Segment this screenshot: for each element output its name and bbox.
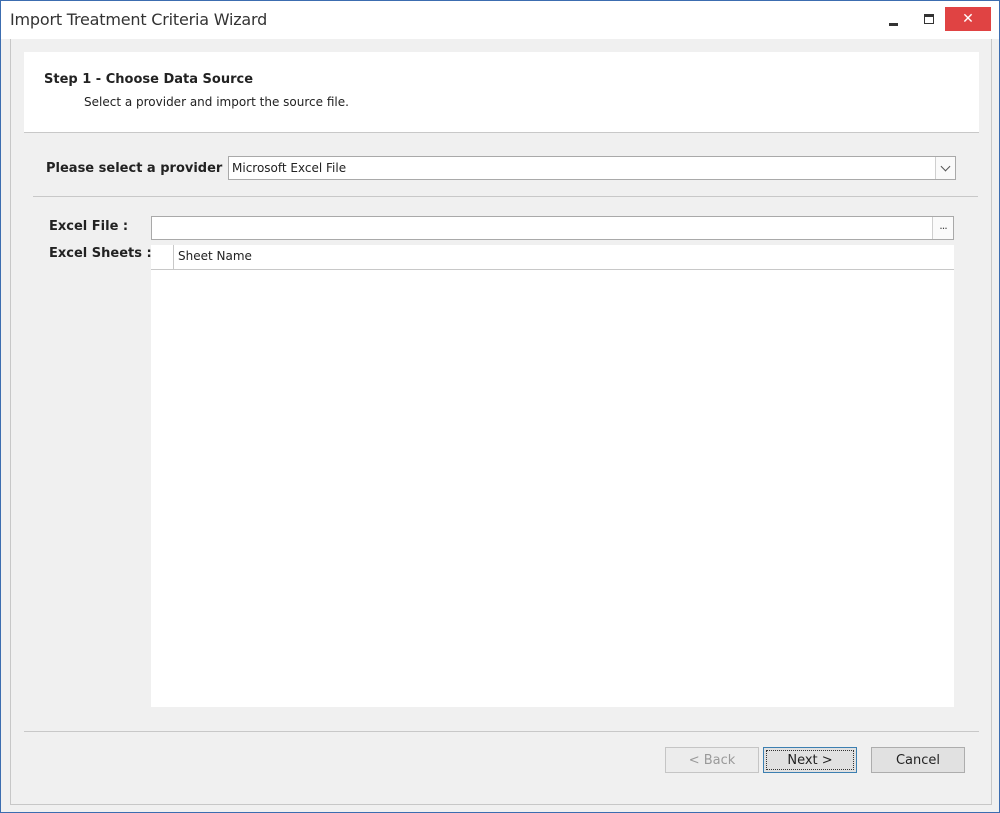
browse-button[interactable]: ··· xyxy=(932,217,953,239)
step-title: Step 1 - Choose Data Source xyxy=(44,72,254,87)
next-button[interactable]: Next > xyxy=(763,747,857,773)
footer-divider xyxy=(24,731,979,732)
wizard-content: Step 1 - Choose Data Source Select a pro… xyxy=(10,39,992,805)
step-description: Select a provider and import the source … xyxy=(84,95,349,109)
provider-selected-value: Microsoft Excel File xyxy=(232,161,347,175)
excel-sheets-grid[interactable]: Sheet Name xyxy=(151,245,954,707)
close-button[interactable]: ✕ xyxy=(945,7,991,31)
excel-file-label: Excel File : xyxy=(49,219,129,234)
row-indicator-header xyxy=(151,245,174,269)
provider-dropdown[interactable]: Microsoft Excel File xyxy=(228,156,956,180)
focus-rectangle xyxy=(766,750,854,770)
close-icon: ✕ xyxy=(962,11,974,27)
column-header-sheet-name[interactable]: Sheet Name xyxy=(178,249,252,263)
maximize-button[interactable] xyxy=(915,6,943,32)
excel-file-input[interactable]: ··· xyxy=(151,216,954,240)
wizard-header: Step 1 - Choose Data Source Select a pro… xyxy=(24,52,979,133)
maximize-icon xyxy=(924,14,934,24)
provider-label: Please select a provider : xyxy=(46,161,233,176)
cancel-button[interactable]: Cancel xyxy=(871,747,965,773)
divider xyxy=(33,196,978,197)
provider-dropdown-button[interactable] xyxy=(935,157,955,179)
window-title: Import Treatment Criteria Wizard xyxy=(10,10,268,29)
excel-sheets-label: Excel Sheets : xyxy=(49,246,152,261)
chevron-down-icon xyxy=(940,161,951,172)
back-button[interactable]: < Back xyxy=(665,747,759,773)
minimize-button[interactable] xyxy=(879,6,907,32)
grid-header: Sheet Name xyxy=(151,245,954,270)
title-bar[interactable]: Import Treatment Criteria Wizard ✕ xyxy=(1,1,999,39)
wizard-window: Import Treatment Criteria Wizard ✕ Step … xyxy=(0,0,1000,813)
minimize-icon xyxy=(888,22,898,26)
